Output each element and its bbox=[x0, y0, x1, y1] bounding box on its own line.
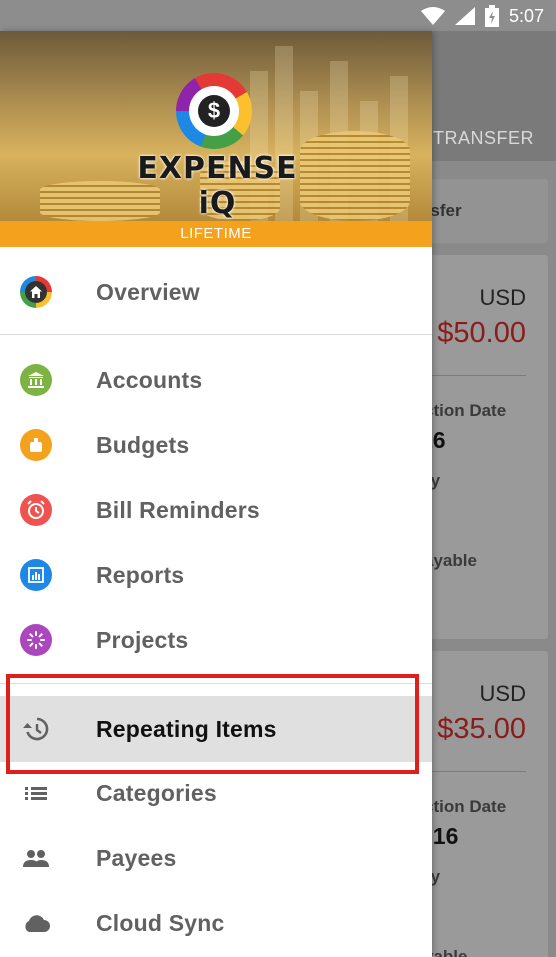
bank-icon bbox=[20, 364, 52, 396]
card-currency: USD bbox=[479, 285, 526, 310]
navigation-drawer: $ EXPENSE iQ LIFETIME Overview Accounts … bbox=[0, 31, 432, 957]
card-amount: $50.00 bbox=[437, 317, 526, 349]
card-date-label: ction Date bbox=[424, 797, 507, 816]
tab-transfer[interactable]: TRANSFER bbox=[433, 128, 534, 149]
menu-label: Bill Reminders bbox=[96, 496, 260, 523]
menu-label: Projects bbox=[96, 626, 189, 653]
menu-label: Overview bbox=[96, 278, 200, 305]
spinner-icon bbox=[20, 624, 52, 656]
card-currency: USD bbox=[479, 681, 526, 706]
cloud-icon bbox=[20, 907, 52, 939]
transaction-card[interactable]: USD $35.00 ction Date 016 ry yable bbox=[420, 651, 548, 957]
menu-item-budgets[interactable]: Budgets bbox=[0, 414, 432, 476]
battery-icon bbox=[484, 5, 499, 27]
card-amount: $35.00 bbox=[437, 713, 526, 745]
status-time: 5:07 bbox=[508, 5, 544, 26]
card-divider bbox=[420, 771, 526, 772]
list-icon bbox=[20, 777, 52, 809]
wifi-icon bbox=[420, 7, 445, 25]
signal-icon bbox=[454, 7, 475, 25]
status-bar: 5:07 bbox=[0, 0, 556, 31]
app-logo-text: EXPENSE iQ bbox=[137, 151, 298, 221]
card-date-label: ction Date bbox=[424, 401, 507, 420]
menu-label: Categories bbox=[96, 779, 217, 806]
home-icon bbox=[20, 276, 52, 308]
piggy-bank-icon bbox=[20, 429, 52, 461]
background-filter[interactable]: nsfer bbox=[420, 179, 548, 243]
app-logo-icon: $ bbox=[176, 73, 252, 149]
menu-item-projects[interactable]: Projects bbox=[0, 609, 432, 671]
menu-item-overview[interactable]: Overview bbox=[0, 261, 432, 323]
plan-badge: LIFETIME bbox=[0, 221, 432, 247]
alarm-clock-icon bbox=[20, 494, 52, 526]
menu-item-reports[interactable]: Reports bbox=[0, 544, 432, 606]
menu-label: Budgets bbox=[96, 431, 190, 458]
people-icon bbox=[20, 842, 52, 874]
transaction-card[interactable]: USD $50.00 ction Date 16 ry ayable bbox=[420, 255, 548, 639]
menu-item-bill-reminders[interactable]: Bill Reminders bbox=[0, 479, 432, 541]
menu-item-accounts[interactable]: Accounts bbox=[0, 349, 432, 411]
menu-label: Cloud Sync bbox=[96, 909, 225, 936]
menu-item-cloud-sync[interactable]: Cloud Sync bbox=[0, 892, 432, 954]
menu-divider bbox=[0, 334, 432, 335]
menu-label: Accounts bbox=[96, 366, 203, 393]
card-divider bbox=[420, 375, 526, 376]
menu-label: Reports bbox=[96, 561, 185, 588]
highlight-annotation bbox=[6, 674, 419, 774]
menu-item-payees[interactable]: Payees bbox=[0, 827, 432, 889]
drawer-header-banner: $ EXPENSE iQ bbox=[0, 31, 432, 221]
report-chart-icon bbox=[20, 559, 52, 591]
menu-label: Payees bbox=[96, 844, 177, 871]
status-icons: 5:07 bbox=[420, 4, 544, 28]
